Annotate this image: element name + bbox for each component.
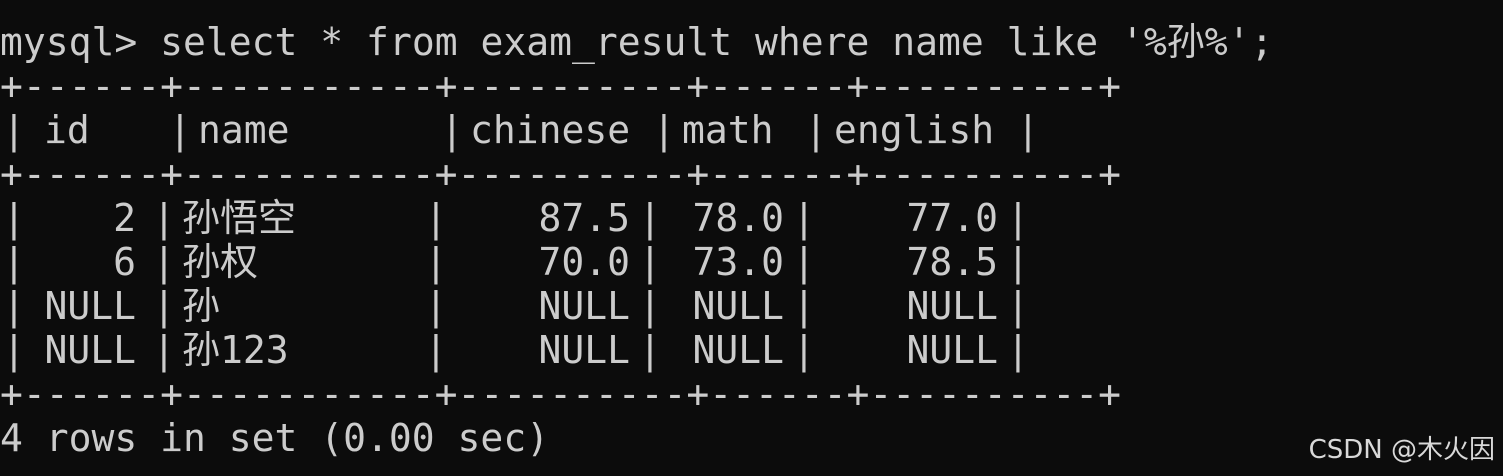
column-header-id: id [44, 108, 90, 152]
cell-chinese: 70.0 [538, 240, 630, 284]
pipe: | [2, 284, 26, 328]
pipe: | [152, 196, 176, 240]
cell-name: 孙权 [182, 240, 259, 284]
pipe: | [424, 196, 448, 240]
pipe: | [792, 196, 816, 240]
pipe: | [652, 108, 676, 152]
pipe: | [1006, 284, 1030, 328]
pipe: | [792, 240, 816, 284]
result-rows: | 2 | 孙悟空 | 87.5 | 78.0 | 77.0 | | 6 | 孙… [0, 196, 1032, 372]
column-header-english: english [834, 108, 995, 152]
pipe: | [424, 240, 448, 284]
prompt: mysql> [0, 20, 138, 64]
table-row: | 2 | 孙悟空 | 87.5 | 78.0 | 77.0 | [0, 196, 1032, 240]
cell-id: NULL [44, 284, 136, 328]
pipe: | [440, 108, 464, 152]
pipe: | [638, 284, 662, 328]
pipe: | [638, 240, 662, 284]
column-header-math: math [682, 108, 774, 152]
pipe: | [152, 328, 176, 372]
column-header-name: name [198, 108, 290, 152]
pipe: | [2, 240, 26, 284]
command-line: mysql> select * from exam_result where n… [0, 20, 1503, 64]
pipe: | [1006, 328, 1030, 372]
pipe: | [152, 284, 176, 328]
cell-english: 77.0 [906, 196, 998, 240]
pipe: | [792, 284, 816, 328]
pipe: | [638, 328, 662, 372]
table-header-row: | id | name | chinese | math | english | [0, 108, 1042, 152]
cell-math: NULL [692, 328, 784, 372]
cell-id: 6 [113, 240, 136, 284]
pipe: | [638, 196, 662, 240]
cell-name: 孙悟空 [182, 196, 297, 240]
cell-math: 73.0 [692, 240, 784, 284]
cell-english: NULL [906, 284, 998, 328]
table-row: | NULL | 孙 | NULL | NULL | NULL | [0, 284, 1032, 328]
cell-chinese: NULL [538, 284, 630, 328]
pipe: | [152, 240, 176, 284]
cell-id: 2 [113, 196, 136, 240]
terminal-window[interactable]: mysql> select * from exam_result where n… [0, 0, 1503, 476]
pipe: | [804, 108, 828, 152]
pipe: | [1016, 108, 1040, 152]
pipe: | [1006, 196, 1030, 240]
cell-chinese: NULL [538, 328, 630, 372]
cell-english: NULL [906, 328, 998, 372]
cell-math: 78.0 [692, 196, 784, 240]
column-header-chinese: chinese [470, 108, 631, 152]
cell-name: 孙123 [182, 328, 289, 372]
result-table: | id | name | chinese | math | english | [0, 108, 1042, 152]
table-row: | 6 | 孙权 | 70.0 | 73.0 | 78.5 | [0, 240, 1032, 284]
result-summary: 4 rows in set (0.00 sec) [0, 416, 550, 460]
pipe: | [1006, 240, 1030, 284]
cell-math: NULL [692, 284, 784, 328]
table-border-bottom: +------+-----------+----------+------+--… [0, 372, 1122, 416]
table-border-top: +------+-----------+----------+------+--… [0, 64, 1122, 108]
watermark: CSDN @木火因 [1308, 435, 1495, 465]
pipe: | [168, 108, 192, 152]
pipe: | [2, 108, 26, 152]
cell-id: NULL [44, 328, 136, 372]
pipe: | [424, 328, 448, 372]
pipe: | [2, 196, 26, 240]
cell-chinese: 87.5 [538, 196, 630, 240]
pipe: | [792, 328, 816, 372]
cell-english: 78.5 [906, 240, 998, 284]
pipe: | [424, 284, 448, 328]
table-border-middle: +------+-----------+----------+------+--… [0, 152, 1122, 196]
sql-command: select * from exam_result where name lik… [137, 20, 1274, 64]
table-row: | NULL | 孙123 | NULL | NULL | NULL | [0, 328, 1032, 372]
cell-name: 孙 [182, 284, 221, 328]
pipe: | [2, 328, 26, 372]
